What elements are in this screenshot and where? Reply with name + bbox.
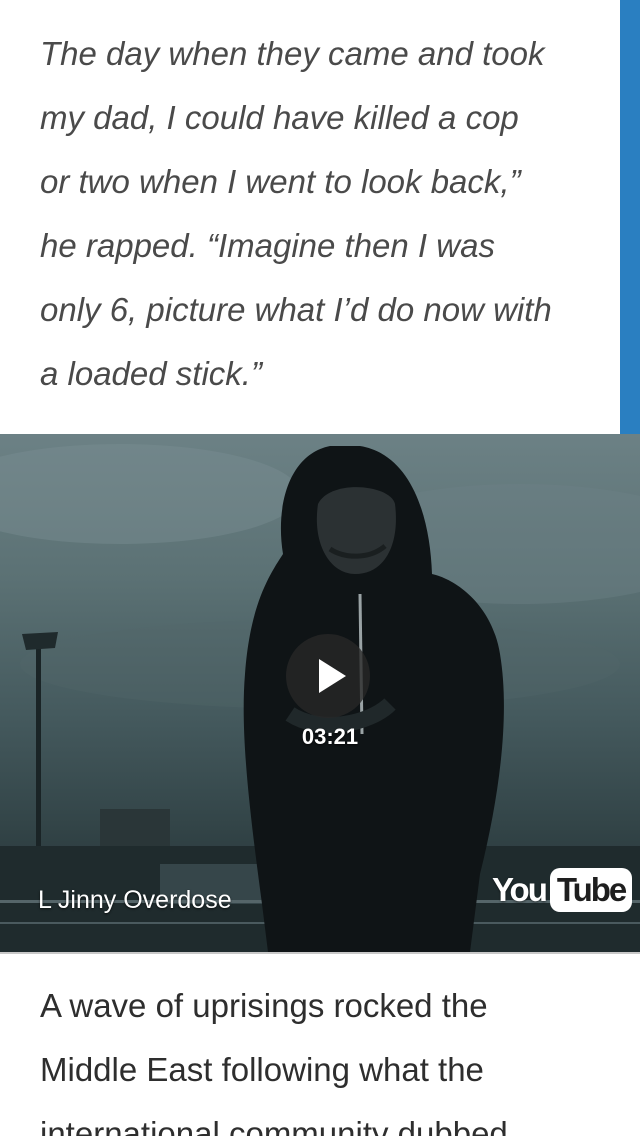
divider <box>0 952 640 954</box>
video-title[interactable]: L Jinny Overdose <box>38 886 232 915</box>
paragraph-line: A wave of uprisings rocked the <box>40 987 488 1024</box>
quote-text: The day when they came and took my dad, … <box>40 22 615 406</box>
quote-line: The day when they came and took <box>40 35 545 72</box>
quote-line: only 6, picture what I’d do now with <box>40 291 552 328</box>
quote-line: he rapped. “Imagine then I was <box>40 227 495 264</box>
paragraph-line: international community dubbed <box>40 1115 508 1136</box>
play-icon <box>319 659 346 693</box>
paragraph-line: Middle East following what the <box>40 1051 484 1088</box>
quote-line: my dad, I could have killed a cop <box>40 99 519 136</box>
article-paragraph: A wave of uprisings rocked the Middle Ea… <box>40 974 620 1136</box>
article-page: The day when they came and took my dad, … <box>0 0 640 1136</box>
quote-accent-bar <box>620 0 640 434</box>
youtube-logo-tube: Tube <box>549 868 633 912</box>
video-duration: 03:21 <box>301 724 359 749</box>
quote-line: a loaded stick.” <box>40 355 262 392</box>
blockquote: The day when they came and took my dad, … <box>0 0 640 434</box>
play-button[interactable] <box>286 634 370 718</box>
youtube-logo[interactable]: You Tube <box>492 866 633 914</box>
video-embed[interactable]: 03:21 L Jinny Overdose You Tube <box>0 434 640 952</box>
youtube-logo-you: You <box>492 871 548 908</box>
quote-line: or two when I went to look back,” <box>40 163 521 200</box>
